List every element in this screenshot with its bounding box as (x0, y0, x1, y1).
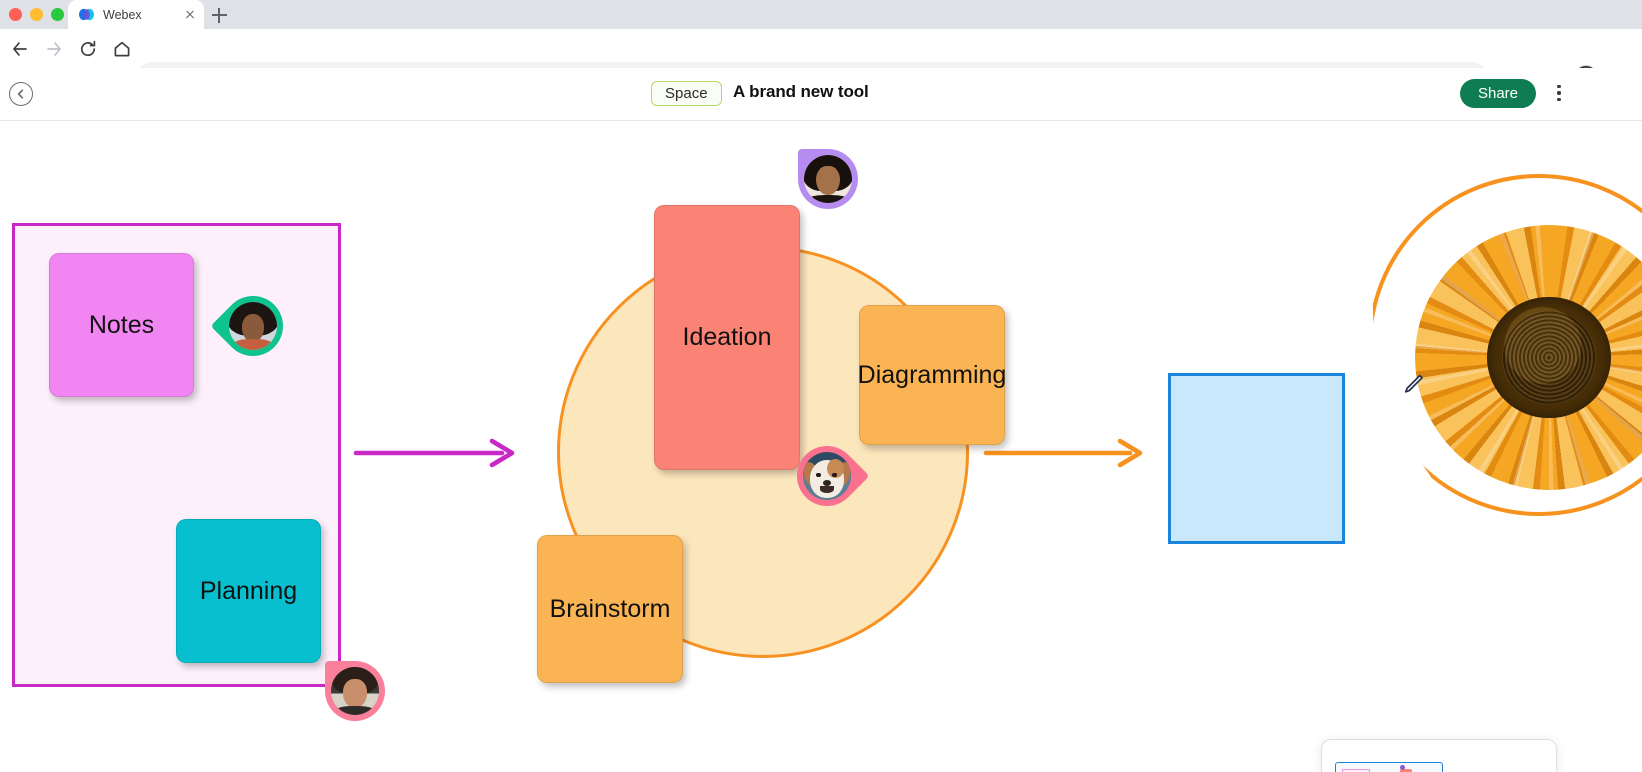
blue-square-shape[interactable] (1168, 373, 1345, 544)
sticky-note-brainstorm[interactable]: Brainstorm (537, 535, 683, 683)
avatar (803, 452, 851, 500)
tab-strip: Webex (0, 0, 1642, 29)
orange-arrow-connector[interactable] (982, 431, 1152, 471)
minimap-collaborator (1400, 765, 1405, 770)
board-back-button[interactable] (9, 82, 33, 106)
page-title: A brand new tool (733, 82, 869, 101)
forward-button[interactable] (37, 32, 71, 66)
browser-tab-title: Webex (103, 7, 142, 22)
window-controls (9, 0, 64, 29)
collaborator-cursor-pink (325, 661, 385, 721)
collaborator-cursor-dog (784, 433, 870, 519)
minimap-viewport[interactable] (1335, 762, 1443, 772)
space-badge[interactable]: Space (651, 81, 722, 106)
back-button[interactable] (3, 32, 37, 66)
home-button[interactable] (105, 32, 139, 66)
sticky-note-ideation[interactable]: Ideation (654, 205, 800, 470)
new-tab-button[interactable] (205, 3, 233, 27)
close-window-button[interactable] (9, 8, 22, 21)
browser-toolbar: whiteboard.webex.com (0, 29, 1642, 94)
whiteboard-canvas[interactable]: Notes Planning Ideation Diagramming Brai… (0, 121, 1642, 772)
browser-tab-webex[interactable]: Webex (68, 0, 204, 29)
reload-button[interactable] (71, 32, 105, 66)
webex-logo-icon (78, 6, 95, 23)
pen-cursor-icon (1399, 370, 1427, 398)
sticky-note-label: Diagramming (857, 360, 1007, 389)
avatar (229, 302, 277, 350)
sticky-note-diagramming[interactable]: Diagramming (857, 305, 1007, 445)
sticky-note-label: Notes (88, 310, 155, 339)
sunflower-photo[interactable] (1415, 225, 1642, 490)
minimap-panel[interactable] (1321, 739, 1557, 772)
share-button-label: Share (1477, 85, 1518, 102)
sticky-note-label: Planning (199, 576, 298, 605)
avatar (331, 667, 379, 715)
collaborator-cursor-purple (798, 149, 858, 209)
share-button[interactable]: Share (1459, 79, 1536, 108)
sticky-note-label: Brainstorm (549, 594, 671, 623)
collaborator-cursor-teal (210, 283, 296, 369)
maximize-window-button[interactable] (51, 8, 64, 21)
sticky-note-label: Ideation (682, 323, 772, 351)
browser-window: Webex Space A brand new tool Share Notes… (0, 0, 1642, 772)
close-icon[interactable] (182, 7, 198, 23)
avatar (804, 155, 852, 203)
sticky-note-notes[interactable]: Notes (49, 253, 194, 397)
purple-arrow-connector[interactable] (352, 431, 522, 471)
space-badge-label: Space (665, 85, 708, 102)
minimize-window-button[interactable] (30, 8, 43, 21)
board-more-options-button[interactable] (1547, 80, 1571, 106)
sticky-note-planning[interactable]: Planning (176, 519, 321, 663)
